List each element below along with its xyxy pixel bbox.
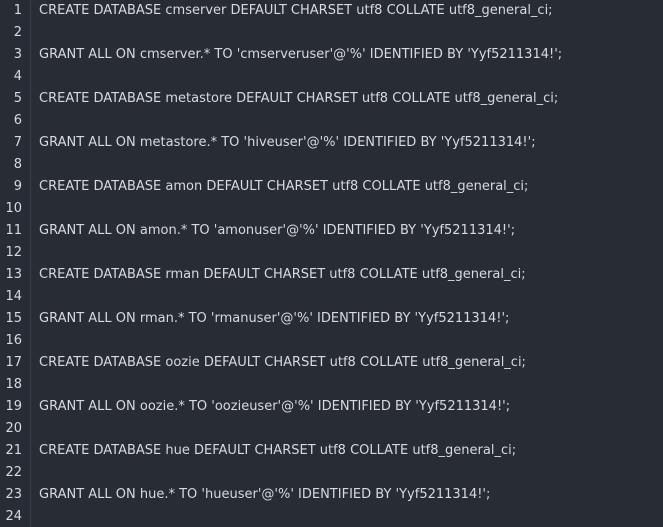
code-line[interactable]: 14 [0, 286, 663, 308]
code-line[interactable]: 12 [0, 242, 663, 264]
line-number: 8 [13, 157, 22, 172]
code-text[interactable]: CREATE DATABASE metastore DEFAULT CHARSE… [39, 88, 558, 110]
line-number: 18 [5, 377, 22, 392]
code-line[interactable]: 9 CREATE DATABASE amon DEFAULT CHARSET u… [0, 176, 663, 198]
line-number: 22 [5, 465, 22, 480]
line-number: 23 [5, 487, 22, 502]
code-line[interactable]: 6 [0, 110, 663, 132]
line-number: 2 [13, 25, 22, 40]
code-line[interactable]: 24 [0, 506, 663, 527]
line-number: 12 [5, 245, 22, 260]
code-line[interactable]: 13 CREATE DATABASE rman DEFAULT CHARSET … [0, 264, 663, 286]
line-number: 21 [5, 443, 22, 458]
code-text[interactable]: GRANT ALL ON metastore.* TO 'hiveuser'@'… [39, 132, 536, 154]
code-text[interactable]: CREATE DATABASE hue DEFAULT CHARSET utf8… [39, 440, 516, 462]
code-line[interactable]: 23 GRANT ALL ON hue.* TO 'hueuser'@'%' I… [0, 484, 663, 506]
line-number: 13 [5, 267, 22, 282]
code-lines[interactable]: 1 CREATE DATABASE cmserver DEFAULT CHARS… [0, 0, 663, 527]
line-number: 24 [5, 509, 22, 524]
line-number: 5 [13, 91, 22, 106]
line-number: 11 [5, 223, 22, 238]
line-number: 16 [5, 333, 22, 348]
code-line[interactable]: 19 GRANT ALL ON oozie.* TO 'oozieuser'@'… [0, 396, 663, 418]
code-line[interactable]: 16 [0, 330, 663, 352]
code-text[interactable]: GRANT ALL ON oozie.* TO 'oozieuser'@'%' … [39, 396, 510, 418]
line-number: 7 [13, 135, 22, 150]
code-line[interactable]: 18 [0, 374, 663, 396]
code-text[interactable]: GRANT ALL ON rman.* TO 'rmanuser'@'%' ID… [39, 308, 509, 330]
code-line[interactable]: 3 GRANT ALL ON cmserver.* TO 'cmserverus… [0, 44, 663, 66]
line-number: 17 [5, 355, 22, 370]
line-number: 15 [5, 311, 22, 326]
code-line[interactable]: 20 [0, 418, 663, 440]
line-number: 4 [13, 69, 22, 84]
line-number: 1 [13, 3, 22, 18]
code-line[interactable]: 5 CREATE DATABASE metastore DEFAULT CHAR… [0, 88, 663, 110]
code-text[interactable]: GRANT ALL ON amon.* TO 'amonuser'@'%' ID… [39, 220, 515, 242]
code-text[interactable]: CREATE DATABASE cmserver DEFAULT CHARSET… [39, 0, 553, 22]
line-number: 19 [5, 399, 22, 414]
code-line[interactable]: 1 CREATE DATABASE cmserver DEFAULT CHARS… [0, 0, 663, 22]
code-text[interactable]: GRANT ALL ON cmserver.* TO 'cmserveruser… [39, 44, 562, 66]
code-editor[interactable]: 1 CREATE DATABASE cmserver DEFAULT CHARS… [0, 0, 663, 527]
line-number: 10 [5, 201, 22, 216]
code-line[interactable]: 2 [0, 22, 663, 44]
code-line[interactable]: 11 GRANT ALL ON amon.* TO 'amonuser'@'%'… [0, 220, 663, 242]
code-text[interactable]: GRANT ALL ON hue.* TO 'hueuser'@'%' IDEN… [39, 484, 490, 506]
code-text[interactable]: CREATE DATABASE oozie DEFAULT CHARSET ut… [39, 352, 526, 374]
code-line[interactable]: 7 GRANT ALL ON metastore.* TO 'hiveuser'… [0, 132, 663, 154]
code-line[interactable]: 4 [0, 66, 663, 88]
code-line[interactable]: 8 [0, 154, 663, 176]
code-line[interactable]: 22 [0, 462, 663, 484]
code-text[interactable]: CREATE DATABASE rman DEFAULT CHARSET utf… [39, 264, 526, 286]
line-number: 20 [5, 421, 22, 436]
code-text[interactable]: CREATE DATABASE amon DEFAULT CHARSET utf… [39, 176, 528, 198]
line-number: 14 [5, 289, 22, 304]
code-line[interactable]: 15 GRANT ALL ON rman.* TO 'rmanuser'@'%'… [0, 308, 663, 330]
line-number: 9 [13, 179, 22, 194]
code-line[interactable]: 21 CREATE DATABASE hue DEFAULT CHARSET u… [0, 440, 663, 462]
code-line[interactable]: 10 [0, 198, 663, 220]
line-number: 6 [13, 113, 22, 128]
code-line[interactable]: 17 CREATE DATABASE oozie DEFAULT CHARSET… [0, 352, 663, 374]
line-number: 3 [13, 47, 22, 62]
